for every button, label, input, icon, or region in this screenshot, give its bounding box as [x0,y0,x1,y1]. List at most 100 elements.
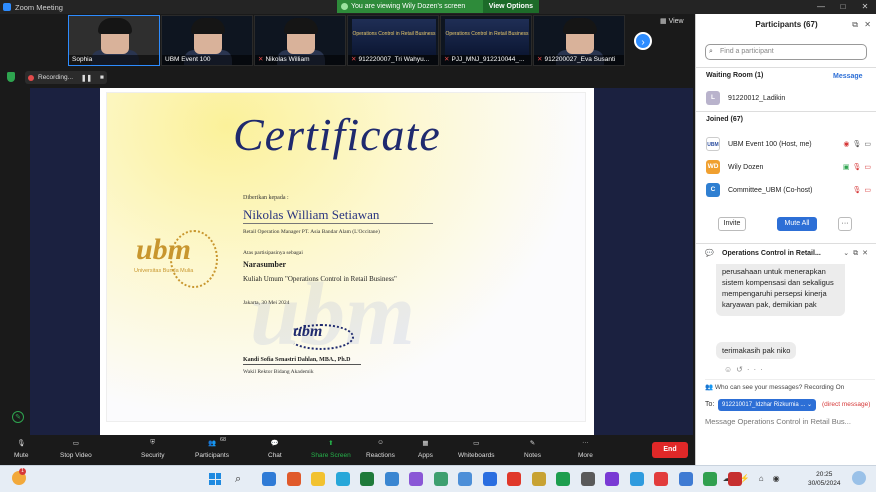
video-off-icon[interactable]: ▭ [864,163,871,171]
notes-button[interactable]: ✎ Notes [524,439,541,459]
video-tile[interactable]: ✕ 912200027_Eva Susanti [533,15,625,66]
section-divider [696,67,876,68]
reply-icon[interactable]: ↺ [736,365,747,374]
taskbar-app-icon[interactable] [629,472,644,486]
taskbar-app-icon[interactable] [286,472,301,486]
participants-button[interactable]: 👥 68 Participants [195,437,229,459]
security-button[interactable]: ⛨ Security [141,439,164,459]
video-icon[interactable]: ▭ [864,140,871,148]
message-reactions[interactable]: ☺↺··· [724,365,767,374]
taskbar-app-icon[interactable] [580,472,595,486]
more-button[interactable]: ··· More [578,439,593,459]
recipient-select[interactable]: 912210017_Idzhar Rizkurnia ... ⌄ [718,399,816,411]
windows-start-icon[interactable] [209,473,221,485]
recipient-value: 912210017_Idzhar Rizkurnia ... [722,402,806,408]
more-icon[interactable]: ··· [747,365,767,374]
tile-name-label: ✕ PJJ_MNJ_912210044_... [441,55,531,65]
toolbar-label: More [578,452,593,459]
chat-button[interactable]: 💬 Chat [268,439,282,459]
participant-name: Sophia [72,56,93,63]
mic-muted-icon[interactable]: 🎙 [852,186,861,194]
taskbar-app-icon[interactable] [703,472,717,486]
mute-all-button[interactable]: Mute All [777,217,817,231]
taskbar-app-icon[interactable] [556,472,570,486]
taskbar-app-icon[interactable] [262,472,276,486]
stop-video-button[interactable]: ▭ Stop Video [60,439,92,459]
annotate-pencil-icon[interactable]: ✎ [12,411,24,423]
zoom-logo-icon [3,3,11,11]
taskbar-app-icon[interactable] [360,472,374,486]
participant-name: PJJ_MNJ_912210044_... [451,56,525,63]
taskbar-app-icon[interactable] [654,472,668,486]
video-tile[interactable]: ✕ Nikolas William [254,15,346,66]
video-tile[interactable]: Operations Control in Retail Business ✕ PJ… [440,15,532,66]
certificate-title: Certificate [233,109,441,160]
participant-row[interactable]: C Committee_UBM (Co-host) 🎙 ▭ [706,183,871,197]
chat-message-input[interactable]: Message Operations Control in Retail Bus… [705,417,875,426]
pause-icon[interactable]: ❚❚ [81,74,92,82]
video-hair [563,18,597,34]
video-tile[interactable]: UBM Event 100 [161,15,253,66]
chevron-down-icon[interactable]: ⌄ [843,250,853,257]
end-meeting-button[interactable]: End [652,442,688,458]
taskbar-app-icon[interactable] [409,472,423,486]
close-button[interactable]: ✕ [854,0,876,14]
whiteboards-button[interactable]: ▭ Whiteboards [458,439,495,459]
toolbar-label: Chat [268,452,282,459]
emoji-icon[interactable]: ☺ [724,365,736,374]
recording-indicator[interactable]: Recording... ❚❚ ■ [25,71,107,84]
stop-icon[interactable]: ■ [100,74,104,81]
popout-icon[interactable]: ⧉ [852,14,858,36]
visibility-notice[interactable]: 👥 Who can see your messages? Recording O… [705,379,875,391]
mic-muted-icon[interactable]: 🎙 [852,163,861,171]
search-icon[interactable]: ⌕ [235,472,249,486]
taskbar-app-icon[interactable] [482,472,497,486]
mute-button[interactable]: 🎙 Mute [14,439,28,459]
more-options-button[interactable]: ··· [838,217,852,231]
view-options-button[interactable]: View Options [482,0,539,13]
taskbar-app-icon[interactable] [384,472,399,486]
popout-icon[interactable]: ⧉ [853,250,862,257]
view-button[interactable]: ▦ View [660,17,684,25]
joined-label[interactable]: Joined (67) [706,116,743,123]
next-page-icon[interactable]: › [634,32,652,50]
clock[interactable]: 20:25 30/05/2024 [808,470,841,488]
taskbar-app-icon[interactable] [678,472,693,486]
taskbar-app-icon[interactable] [458,472,472,486]
chat-icon: 💬 [270,440,279,447]
encryption-shield-icon [7,72,15,82]
tray-icon[interactable]: ⌂ [759,474,764,483]
message-waiting-button[interactable]: Message [833,73,863,80]
close-panel-icon[interactable]: ✕ [864,14,871,36]
participant-row[interactable]: WD Wily Dozen ▣ 🎙 ▭ [706,160,871,174]
participant-row[interactable]: UBM UBM Event 100 (Host, me) ◉ 🎙 ▭ [706,137,871,151]
direct-message-label: (direct message) [822,401,871,408]
toolbar-label: Stop Video [60,452,92,459]
waiting-room-label[interactable]: Waiting Room (1) [706,72,763,79]
maximize-button[interactable]: □ [832,0,854,14]
minimize-button[interactable]: — [810,0,832,14]
video-tile[interactable]: Operations Control in Retail Business ✕ 91… [347,15,439,66]
taskbar-app-icon[interactable] [335,472,350,486]
apps-button[interactable]: ▦ Apps [418,439,433,459]
notification-icon[interactable] [852,471,866,485]
participant-count-badge: 68 [219,437,227,443]
share-screen-button[interactable]: ⬆ Share Screen [311,439,351,459]
taskbar-app-icon[interactable] [727,472,742,486]
taskbar-app-icon[interactable] [507,472,521,486]
tray-icon[interactable]: ◉ [773,474,780,483]
video-off-icon[interactable]: ▭ [864,186,871,194]
video-tile[interactable]: Sophia [68,15,160,66]
taskbar-app-icon[interactable] [311,472,325,486]
taskbar-app-icon[interactable] [605,472,619,486]
reactions-button[interactable]: ☺ Reactions [366,439,395,459]
mic-icon[interactable]: 🎙 [852,140,861,148]
taskbar-app-icon[interactable] [531,472,546,486]
invite-button[interactable]: Invite [718,217,746,231]
close-chat-icon[interactable]: ✕ [862,250,872,257]
taskbar-app-icon[interactable] [433,472,448,486]
video-hair [191,18,225,34]
participant-name: 912200027_Eva Susanti [544,56,616,63]
participant-search-input[interactable]: ⌕ Find a participant [705,44,867,60]
waiting-participant-row[interactable]: L 91220012_Ladikin [706,91,871,105]
